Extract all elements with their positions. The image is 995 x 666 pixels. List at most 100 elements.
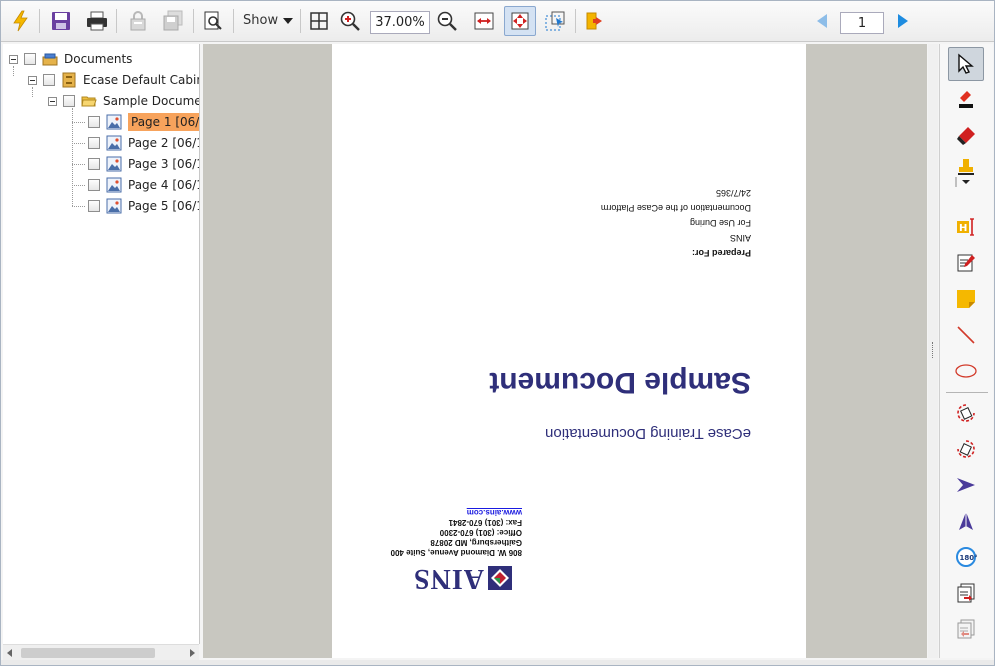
image-page-icon bbox=[106, 177, 122, 193]
tree-label: Sample Document bbox=[103, 94, 200, 108]
document-viewer[interactable]: Prepared For: AINS For Use During Docume… bbox=[203, 44, 927, 658]
tree-connector bbox=[72, 122, 85, 123]
svg-text:180°: 180° bbox=[960, 554, 978, 562]
scrollbar-thumb[interactable] bbox=[21, 648, 155, 658]
fit-width-icon[interactable] bbox=[471, 8, 497, 34]
image-page-icon bbox=[106, 114, 122, 130]
address-line1: 806 W. Diamond Avenue, Suite 400 bbox=[390, 548, 522, 557]
tree-checkbox[interactable] bbox=[88, 158, 100, 170]
fit-page-icon[interactable] bbox=[504, 6, 536, 36]
collapse-icon[interactable] bbox=[9, 54, 18, 64]
splitter-grip[interactable] bbox=[932, 342, 935, 358]
toolbar-separator bbox=[233, 9, 234, 33]
rotate-left-icon[interactable] bbox=[948, 396, 984, 430]
page-number-input[interactable]: 1 bbox=[840, 12, 884, 34]
zoom-input[interactable]: 37.00% bbox=[370, 11, 430, 34]
zoom-in-icon[interactable] bbox=[337, 8, 363, 34]
page-export-icon[interactable] bbox=[948, 576, 984, 610]
document-title: Sample Document bbox=[489, 366, 751, 399]
tree-checkbox[interactable] bbox=[88, 179, 100, 191]
prev-page-icon[interactable] bbox=[809, 8, 835, 34]
prepared-for-block: Prepared For: AINS For Use During Docume… bbox=[601, 185, 751, 260]
flip-horizontal-icon[interactable] bbox=[948, 468, 984, 502]
ains-logo: AINS bbox=[382, 563, 512, 594]
line-icon[interactable] bbox=[948, 318, 984, 352]
grid-icon[interactable] bbox=[306, 8, 332, 34]
page-import-icon[interactable] bbox=[948, 612, 984, 646]
tree-label: Page 1 [06/1 bbox=[128, 113, 199, 131]
chevron-down-icon[interactable] bbox=[283, 18, 293, 24]
tree-horizontal-scrollbar[interactable] bbox=[3, 644, 199, 661]
tree-item-documents[interactable]: Documents bbox=[9, 49, 132, 69]
tree-checkbox[interactable] bbox=[88, 200, 100, 212]
cabinet-icon bbox=[62, 72, 76, 88]
tree-item-page[interactable]: Page 3 [06/1 bbox=[88, 154, 200, 174]
scroll-right-icon[interactable] bbox=[190, 649, 195, 657]
prepared-for-label: Prepared For: bbox=[691, 248, 751, 258]
tree-label: Documents bbox=[64, 52, 133, 66]
sticky-note-icon[interactable] bbox=[948, 282, 984, 316]
status-bar bbox=[1, 660, 994, 665]
arrow-select-icon[interactable] bbox=[948, 47, 984, 81]
select-region-icon[interactable] bbox=[542, 8, 568, 34]
save-as-icon[interactable] bbox=[160, 8, 186, 34]
tree-item-page[interactable]: Page 1 [06/1 bbox=[88, 112, 199, 132]
address-block: 806 W. Diamond Avenue, Suite 400 Gaither… bbox=[391, 507, 522, 557]
annotation-separator bbox=[946, 392, 988, 393]
svg-text:H: H bbox=[959, 223, 967, 234]
rotate-right-icon[interactable] bbox=[948, 432, 984, 466]
tree-item-page[interactable]: Page 2 [06/1 bbox=[88, 133, 200, 153]
show-menu-label[interactable]: Show bbox=[243, 13, 278, 28]
lightning-icon[interactable] bbox=[8, 8, 34, 34]
website-link[interactable]: www.ains.com bbox=[467, 508, 522, 517]
toolbar-separator bbox=[575, 9, 576, 33]
next-page-icon[interactable] bbox=[890, 8, 916, 34]
flip-vertical-icon[interactable] bbox=[948, 504, 984, 538]
tree-connector bbox=[72, 206, 85, 207]
address-line2: Gaithersburg, MD 20878 bbox=[430, 538, 522, 547]
tree-item-cabinet[interactable]: Ecase Default Cabinet bbox=[28, 70, 199, 90]
phone-text: Office: (301) 670-2300 bbox=[439, 528, 522, 537]
tree-connector bbox=[72, 185, 85, 186]
image-page-icon bbox=[106, 135, 122, 151]
note-edit-icon[interactable] bbox=[948, 246, 984, 280]
tree-checkbox[interactable] bbox=[43, 74, 55, 86]
image-page-icon bbox=[106, 156, 122, 172]
scroll-left-icon[interactable] bbox=[7, 649, 12, 657]
tree-checkbox[interactable] bbox=[24, 53, 36, 65]
open-folder-icon bbox=[81, 96, 97, 107]
tree-label: Page 3 [06/1 bbox=[128, 157, 200, 171]
highlighter-icon[interactable] bbox=[948, 83, 984, 117]
tree-item-folder[interactable]: Sample Document bbox=[48, 91, 200, 111]
collapse-icon[interactable] bbox=[48, 96, 57, 106]
tree-item-page[interactable]: Page 5 [06/1 bbox=[88, 196, 199, 216]
page-search-icon[interactable] bbox=[200, 8, 226, 34]
app-window: Show 37.00% 1 Documents Ecase Default Ca… bbox=[0, 0, 995, 666]
client-name: AINS bbox=[729, 233, 751, 243]
tree-checkbox[interactable] bbox=[63, 95, 75, 107]
document-page[interactable]: Prepared For: AINS For Use During Docume… bbox=[332, 44, 806, 658]
tree-label: Ecase Default Cabinet bbox=[83, 73, 199, 87]
description-text: Documentation of the eCase Platform bbox=[600, 203, 751, 213]
tree-item-page[interactable]: Page 4 [06/1 bbox=[88, 175, 200, 195]
lock-icon[interactable] bbox=[125, 8, 151, 34]
tree-checkbox[interactable] bbox=[88, 116, 100, 128]
print-icon[interactable] bbox=[84, 8, 110, 34]
toolbar-separator bbox=[193, 9, 194, 33]
toolbar-separator bbox=[39, 9, 40, 33]
rotate-180-icon[interactable]: 180° bbox=[948, 540, 984, 574]
text-highlight-icon[interactable]: H bbox=[948, 210, 984, 244]
stamp-icon[interactable] bbox=[948, 155, 984, 189]
documents-stack-icon bbox=[42, 53, 58, 66]
zoom-out-icon[interactable] bbox=[434, 8, 460, 34]
tree-checkbox[interactable] bbox=[88, 137, 100, 149]
collapse-icon[interactable] bbox=[28, 75, 37, 85]
tree-label: Page 4 [06/1 bbox=[128, 178, 200, 192]
save-icon[interactable] bbox=[48, 8, 74, 34]
eraser-icon[interactable] bbox=[948, 119, 984, 153]
tree-label: Page 2 [06/1 bbox=[128, 136, 200, 150]
tree-connector bbox=[72, 164, 85, 165]
ellipse-icon[interactable] bbox=[948, 354, 984, 388]
exit-icon[interactable] bbox=[582, 8, 608, 34]
panel-splitter[interactable] bbox=[928, 44, 938, 658]
